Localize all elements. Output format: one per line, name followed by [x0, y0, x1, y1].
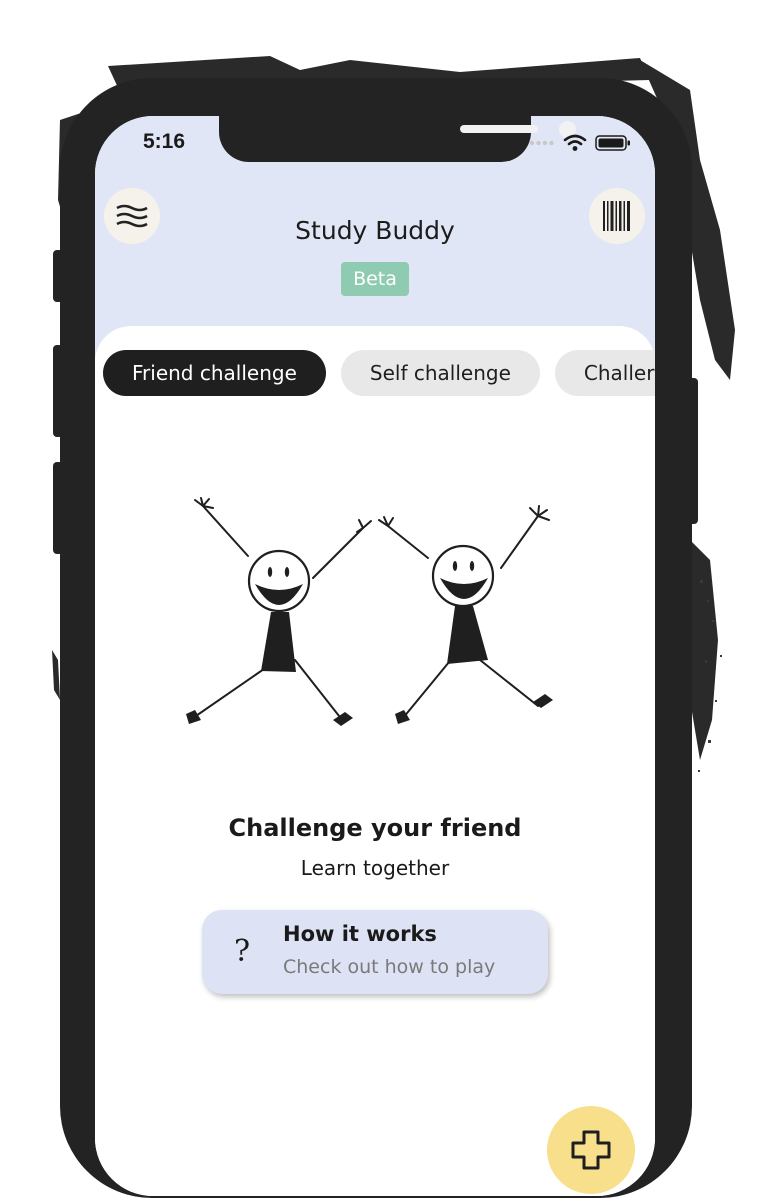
how-it-works-card[interactable]: ? How it works Check out how to play	[202, 910, 548, 994]
app-screen: 5:16 Study Buddy Beta Friend challenge S…	[95, 116, 655, 1196]
phone-volume-up-button	[53, 345, 63, 437]
speaker-grille	[460, 125, 538, 133]
phone-notch	[219, 116, 576, 162]
beta-badge: Beta	[341, 262, 409, 296]
wifi-icon	[563, 134, 587, 151]
battery-icon	[595, 135, 630, 151]
question-mark-icon: ?	[234, 934, 251, 969]
status-icons	[529, 132, 631, 154]
status-time: 5:16	[143, 130, 186, 153]
stick-figures-illustration	[186, 497, 553, 726]
tab-friend-challenge[interactable]: Friend challenge	[103, 350, 326, 396]
challenge-subheading: Learn together	[300, 856, 450, 880]
how-it-works-title: How it works	[283, 922, 437, 946]
add-button[interactable]	[547, 1106, 635, 1194]
main-content: Friend challenge Self challenge Challer	[95, 326, 655, 1196]
phone-side-button	[53, 250, 63, 302]
app-title: Study Buddy	[295, 216, 455, 245]
phone-volume-down-button	[53, 462, 63, 554]
signal-dots-icon	[529, 140, 554, 146]
plus-icon	[571, 1130, 611, 1170]
how-it-works-subtitle: Check out how to play	[283, 956, 496, 978]
challenge-heading: Challenge your friend	[228, 814, 522, 842]
challenge-tabs: Friend challenge Self challenge Challer	[103, 350, 655, 396]
tab-self-challenge[interactable]: Self challenge	[340, 350, 540, 396]
app-header: 5:16 Study Buddy Beta	[95, 116, 655, 356]
phone-power-button	[688, 378, 698, 524]
tab-challenge-more[interactable]: Challer	[554, 350, 655, 396]
